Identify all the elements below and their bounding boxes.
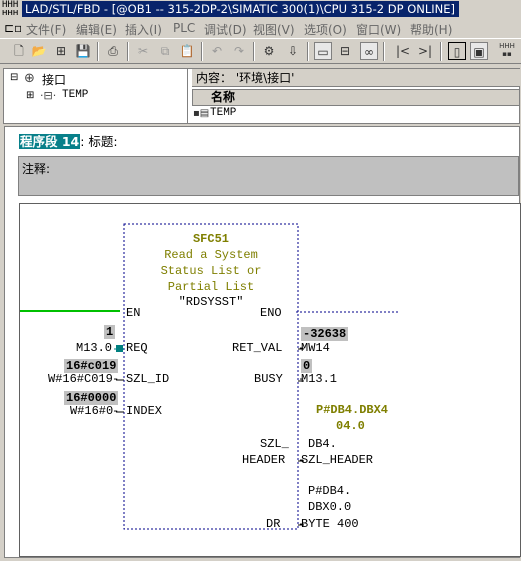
- app-icon: HHH ʜʜʜ: [2, 0, 19, 18]
- header-status-value-1: P#DB4.DBX4: [316, 403, 389, 417]
- block-desc-2: Status List or: [160, 264, 262, 278]
- next-network-icon[interactable]: >|: [414, 42, 436, 60]
- accessible-nodes-icon[interactable]: ⚙: [260, 42, 278, 60]
- header-status-value-2: 04.0: [336, 419, 365, 433]
- pin-eno: ENO: [260, 306, 282, 320]
- redo-icon[interactable]: ↷: [230, 42, 248, 60]
- tree-child-label[interactable]: TEMP: [62, 89, 88, 101]
- column-header: 名称: [192, 89, 520, 106]
- print-icon[interactable]: ⎙: [104, 42, 122, 60]
- menu-insert[interactable]: 插入(I): [125, 21, 162, 38]
- column-name-label[interactable]: 名称: [211, 90, 235, 105]
- pin-szl-header-2: HEADER: [242, 453, 286, 467]
- network-icon[interactable]: ⊞: [52, 42, 70, 60]
- pin-busy: BUSY: [254, 372, 283, 386]
- overview-icon[interactable]: ▯: [448, 42, 466, 60]
- szl-id-status-value: 16#c019: [64, 359, 119, 373]
- req-state-marker: [116, 345, 123, 352]
- req-operand[interactable]: M13.0: [76, 341, 112, 355]
- ret-val-status-value: -32638: [301, 327, 349, 341]
- header-operand-1[interactable]: DB4.: [308, 437, 337, 451]
- menu-plc[interactable]: PLC: [173, 21, 195, 35]
- ret-val-dash: -: [298, 341, 306, 355]
- busy-operand[interactable]: M13.1: [301, 372, 337, 386]
- block-desc-3: Partial List: [167, 280, 255, 294]
- dr-operand-3[interactable]: BYTE 400: [301, 517, 359, 531]
- menu-view[interactable]: 视图(V): [253, 21, 295, 38]
- temp-icon: ·⊟·: [40, 89, 57, 102]
- dr-operand-1[interactable]: P#DB4.: [308, 484, 351, 498]
- index-operand[interactable]: W#16#0: [70, 404, 113, 418]
- pin-en: EN: [126, 306, 141, 320]
- undo-icon[interactable]: ↶: [208, 42, 226, 60]
- new-icon[interactable]: 🗋: [10, 42, 28, 60]
- paste-icon[interactable]: 📋: [178, 42, 196, 60]
- szl-id-operand[interactable]: W#16#C019: [48, 372, 113, 386]
- content-header: 内容： '环境\接口': [192, 69, 520, 87]
- block-desc-1: Read a System: [164, 248, 258, 262]
- pin-req: REQ: [126, 341, 148, 355]
- busy-dash: -: [298, 372, 306, 386]
- pin-szl-header-1: SZL_: [260, 437, 289, 451]
- details-icon[interactable]: ▣: [470, 42, 488, 60]
- menu-window[interactable]: 窗口(W): [356, 21, 401, 38]
- open-icon[interactable]: 📂: [30, 42, 48, 60]
- copy-icon[interactable]: ⧉: [156, 42, 174, 60]
- block-name: SFC51: [192, 232, 229, 246]
- comment-label: 注释:: [22, 162, 51, 176]
- extra-icon[interactable]: HHH ▪▪: [498, 42, 516, 60]
- menu-help[interactable]: 帮助(H): [410, 21, 452, 38]
- decl-row-name[interactable]: TEMP: [210, 107, 236, 119]
- save-icon[interactable]: 💾: [74, 42, 92, 60]
- row-icon: ▪▤: [193, 108, 210, 119]
- collapse-icon[interactable]: ⊟: [10, 72, 18, 83]
- szl-id-dash: -: [112, 372, 120, 386]
- code-area: 程序段 14: 标题: 注释: SFC51 Read a System Stat…: [4, 126, 521, 558]
- cut-icon[interactable]: ✂: [134, 42, 152, 60]
- ret-val-operand[interactable]: MW14: [301, 341, 330, 355]
- menu-file[interactable]: 文件(F): [26, 21, 66, 38]
- pin-index: INDEX: [126, 404, 163, 418]
- network-title-label: : 标题:: [80, 134, 118, 149]
- req-status-value: 1: [104, 325, 116, 339]
- download-icon[interactable]: ⇩: [284, 42, 302, 60]
- tree-root-label[interactable]: 接口: [42, 71, 66, 88]
- dr-operand-2[interactable]: DBX0.0: [308, 500, 351, 514]
- index-status-value: 16#0000: [64, 391, 119, 405]
- monitor-icon[interactable]: ⊟: [336, 42, 354, 60]
- header-dash: -: [298, 453, 306, 467]
- glasses-icon[interactable]: ∞: [360, 42, 378, 60]
- index-dash: -: [112, 404, 120, 418]
- dr-dash: -: [298, 517, 306, 531]
- pin-szl-id: SZL_ID: [126, 372, 170, 386]
- ladder-network: SFC51 Read a System Status List or Parti…: [19, 203, 521, 557]
- menu-debug[interactable]: 调试(D): [204, 21, 247, 38]
- pin-dr: DR: [266, 517, 281, 531]
- menu-options[interactable]: 选项(O): [304, 21, 347, 38]
- toolbar: 🗋 📂 ⊞ 💾 ⎙ ✂ ⧉ 📋 ↶ ↷ ⚙ ⇩ ▭ ⊟ ∞ |< >| ▯ ▣ …: [0, 38, 521, 64]
- doc-icon[interactable]: ⊏▫: [4, 21, 22, 35]
- prev-network-icon[interactable]: |<: [392, 42, 414, 60]
- menu-bar: ⊏▫ 文件(F) 编辑(E) 插入(I) PLC 调试(D) 视图(V) 选项(…: [0, 18, 521, 38]
- expand-icon[interactable]: ⊞: [26, 90, 34, 101]
- menu-edit[interactable]: 编辑(E): [76, 21, 117, 38]
- declaration-area: ⊟ ⊕ 接口 ⊞ ·⊟· TEMP 内容： '环境\接口' 名称 ▪▤ TEMP: [3, 68, 520, 124]
- network-title-row: 程序段 14: 标题:: [19, 131, 118, 150]
- header-operand-2[interactable]: SZL_HEADER: [301, 453, 373, 467]
- window-title: LAD/STL/FBD - [@OB1 -- 315-2DP-2\SIMATIC…: [22, 1, 459, 17]
- title-bar: HHH ʜʜʜ LAD/STL/FBD - [@OB1 -- 315-2DP-2\…: [0, 0, 521, 18]
- comment-box[interactable]: 注释:: [18, 156, 519, 196]
- toggle-icon[interactable]: ▭: [314, 42, 332, 60]
- network-label[interactable]: 程序段 14: [19, 134, 81, 149]
- interface-tree: ⊟ ⊕ 接口 ⊞ ·⊟· TEMP: [4, 69, 188, 123]
- pin-ret-val: RET_VAL: [232, 341, 283, 355]
- busy-status-value: 0: [301, 359, 313, 373]
- interface-icon: ⊕: [24, 71, 35, 86]
